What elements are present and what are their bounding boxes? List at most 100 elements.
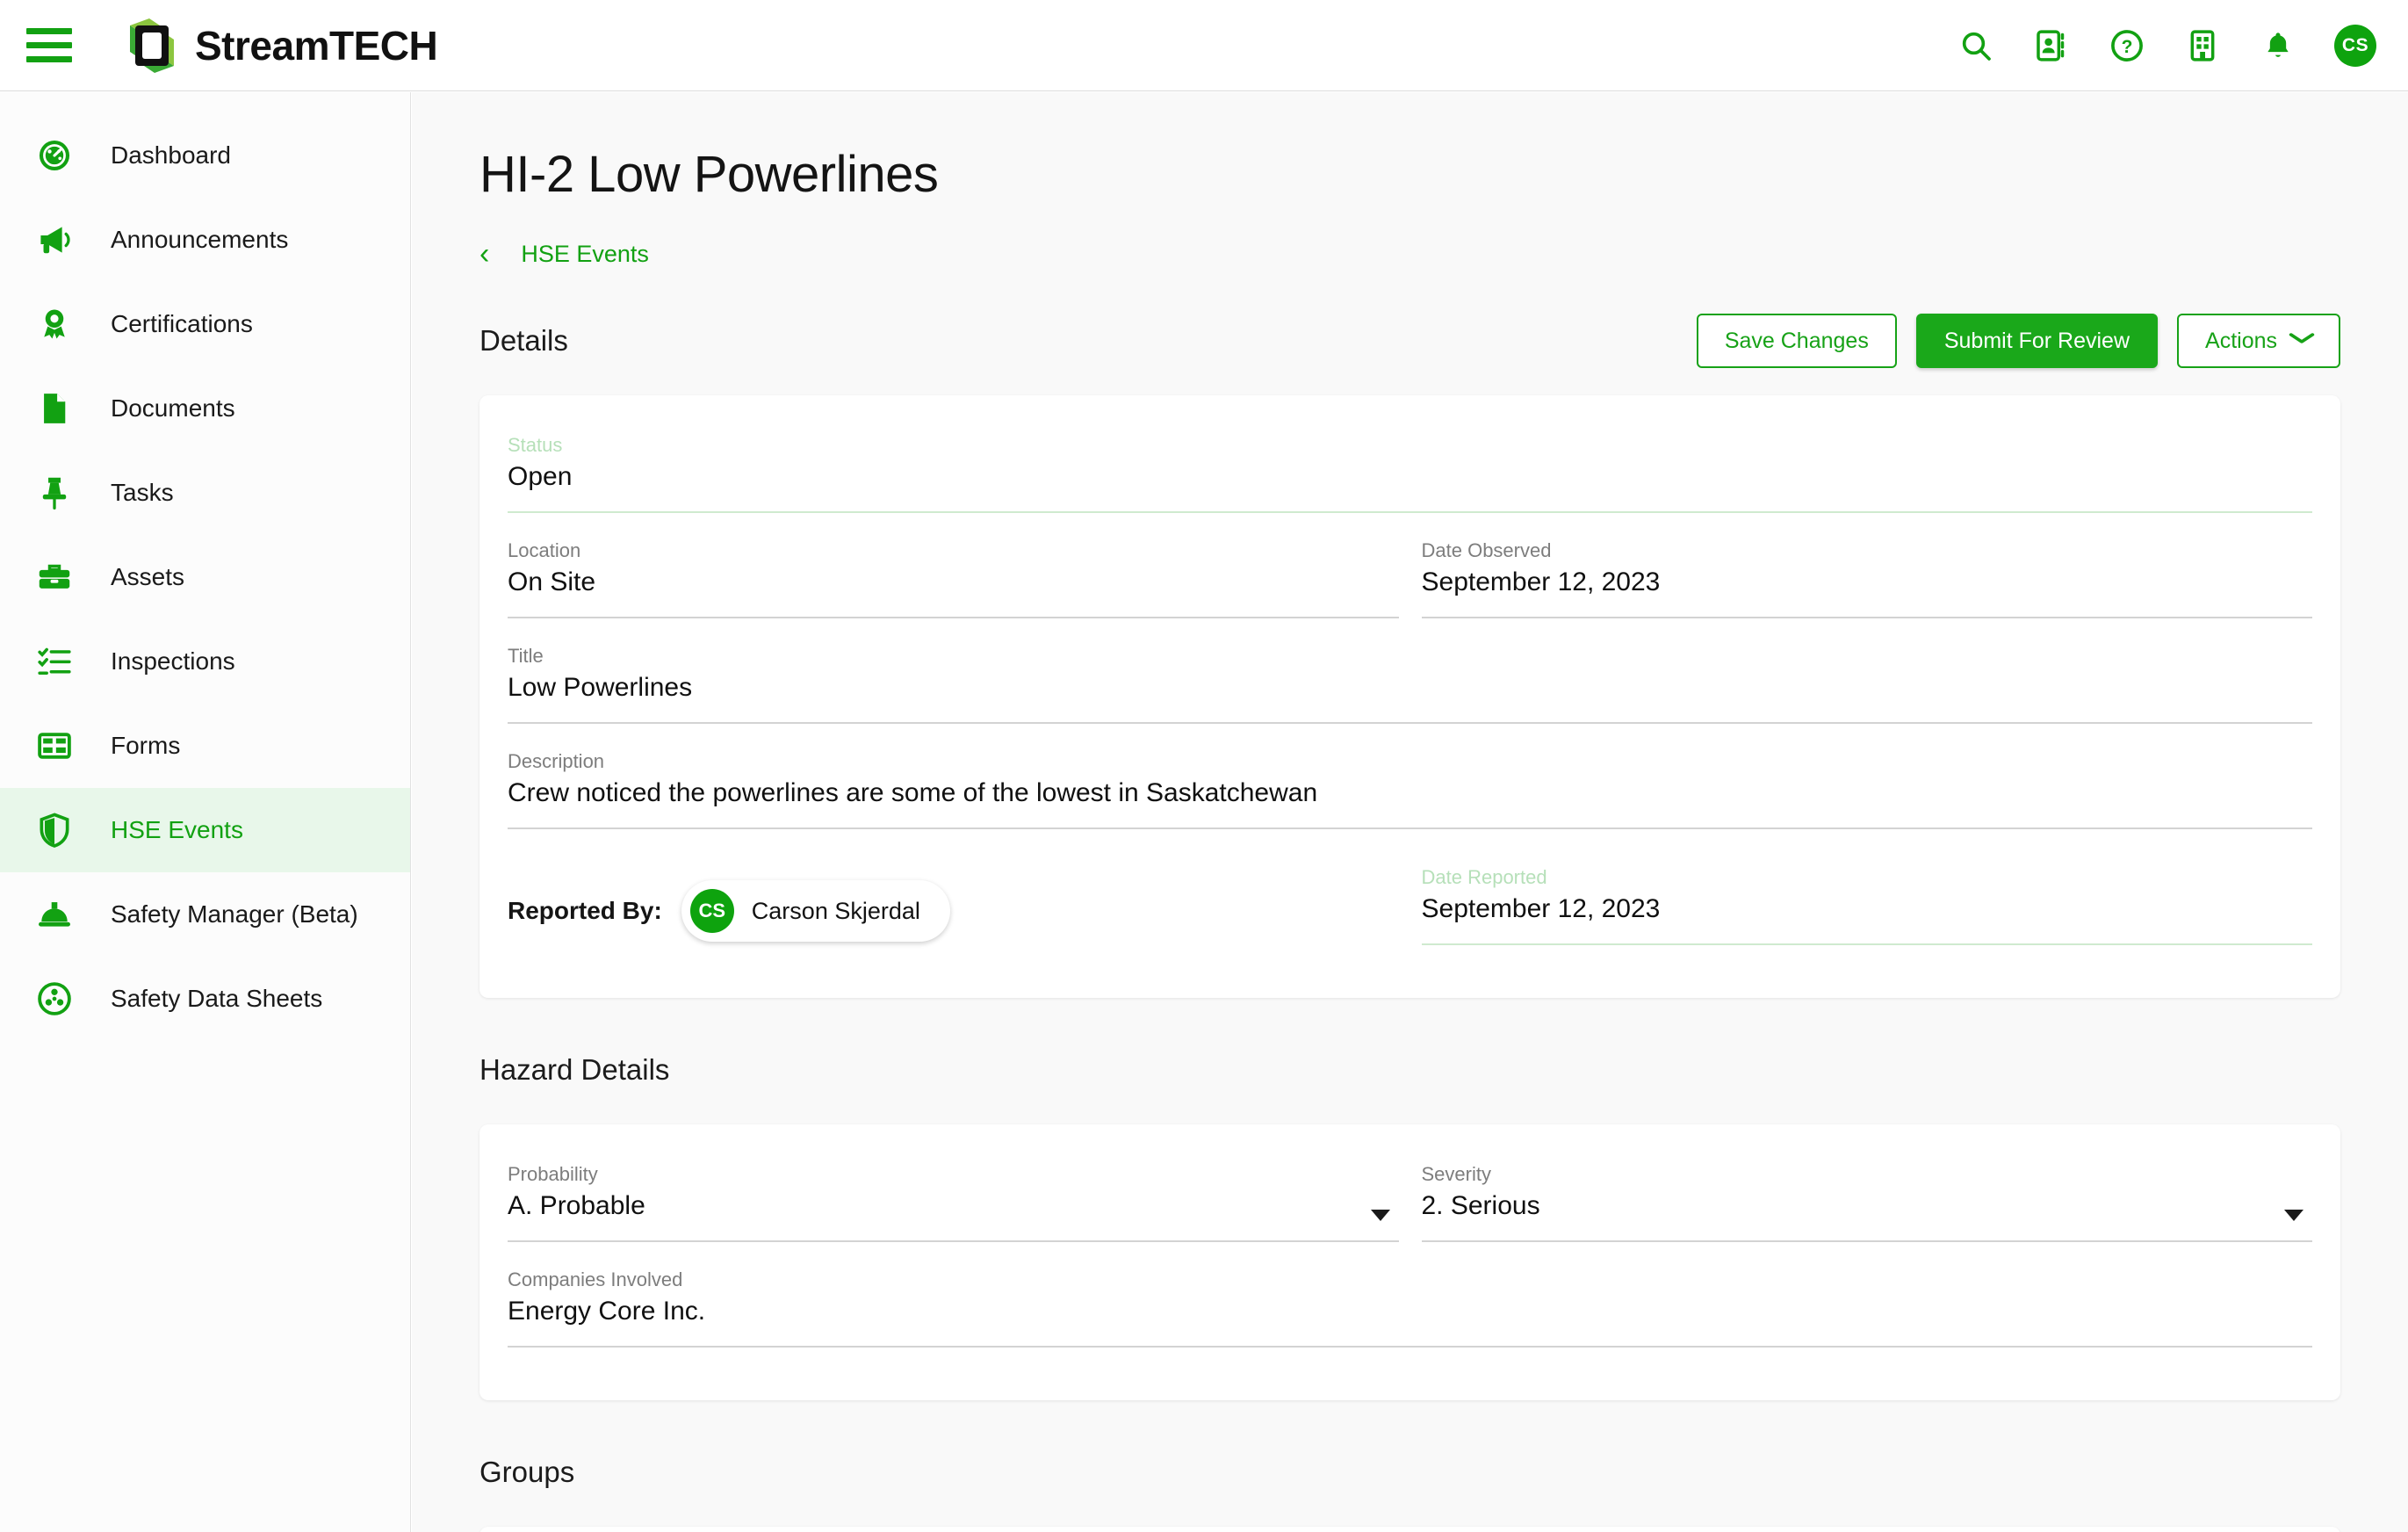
actions-label: Actions — [2205, 328, 2277, 353]
sidebar-item-hse-events[interactable]: HSE Events — [0, 788, 410, 872]
description-row: Description Crew noticed the powerlines … — [508, 750, 2312, 856]
companies-involved-field[interactable]: Companies Involved Energy Core Inc. — [508, 1268, 2312, 1348]
sidebar-item-announcements[interactable]: Announcements — [0, 198, 410, 282]
sidebar-item-label: Dashboard — [111, 141, 231, 169]
status-underline — [508, 511, 2312, 513]
sidebar-item-label: Announcements — [111, 226, 289, 253]
reporter-chip[interactable]: CS Carson Skjerdal — [681, 880, 950, 942]
sidebar-item-label: Assets — [111, 563, 185, 590]
company-icon[interactable] — [2183, 26, 2222, 65]
details-action-buttons: Save Changes Submit For Review Actions — [1696, 314, 2340, 368]
probability-underline — [508, 1240, 1399, 1242]
severity-label: Severity — [1421, 1163, 1491, 1185]
reported-by-group: Reported By: CS Carson Skjerdal — [508, 866, 1399, 942]
sidebar-item-assets[interactable]: Assets — [0, 535, 410, 619]
severity-field[interactable]: Severity 2. Serious — [1421, 1163, 2312, 1242]
reported-by-label: Reported By: — [508, 897, 662, 924]
details-title: Details — [479, 324, 568, 357]
hardhat-icon — [25, 895, 84, 934]
sidebar-item-label: Certifications — [111, 310, 253, 337]
toolbox-icon — [25, 558, 84, 596]
sidebar-item-certifications[interactable]: Certifications — [0, 282, 410, 366]
table-grid-icon — [25, 726, 84, 765]
probability-field[interactable]: Probability A. Probable — [508, 1163, 1399, 1242]
reporter-avatar: CS — [689, 889, 734, 933]
shield-icon — [25, 811, 84, 849]
companies-involved-label: Companies Involved — [508, 1268, 683, 1290]
sidebar-item-dashboard[interactable]: Dashboard — [0, 113, 410, 198]
award-ribbon-icon — [25, 305, 84, 343]
sidebar-item-documents[interactable]: Documents — [0, 366, 410, 451]
groups-title: Groups — [479, 1456, 575, 1488]
pushpin-icon — [25, 473, 84, 512]
severity-dropdown-arrow-icon[interactable] — [2284, 1210, 2303, 1221]
title-value: Low Powerlines — [508, 673, 693, 702]
date-reported-label: Date Reported — [1421, 866, 1547, 888]
description-label: Description — [508, 750, 605, 772]
date-observed-label: Date Observed — [1421, 539, 1552, 561]
status-value: Open — [508, 462, 573, 491]
companies-involved-underline — [508, 1346, 2312, 1348]
user-avatar[interactable]: CS — [2334, 24, 2376, 67]
probability-label: Probability — [508, 1163, 598, 1185]
date-observed-field[interactable]: Date Observed September 12, 2023 — [1421, 539, 2312, 618]
breadcrumb-hse-events[interactable]: ‹ HSE Events — [479, 239, 649, 269]
details-card: Status Open Location On Site Date Observ… — [479, 395, 2340, 998]
checklist-icon — [25, 642, 84, 681]
contacts-icon[interactable] — [2032, 26, 2071, 65]
probability-value: A. Probable — [508, 1191, 645, 1220]
top-app-bar: StreamTECH ? CS — [0, 0, 2408, 91]
save-changes-button[interactable]: Save Changes — [1696, 314, 1897, 368]
location-field[interactable]: Location On Site — [508, 539, 1399, 618]
help-icon[interactable]: ? — [2108, 26, 2146, 65]
companies-involved-value: Energy Core Inc. — [508, 1297, 706, 1326]
sidebar-item-label: Safety Manager (Beta) — [111, 900, 358, 928]
date-observed-value: September 12, 2023 — [1421, 567, 1661, 596]
document-page-icon — [25, 389, 84, 428]
probability-dropdown-arrow-icon[interactable] — [1370, 1210, 1390, 1221]
megaphone-icon — [25, 220, 84, 259]
status-label: Status — [508, 434, 563, 456]
hamburger-menu-icon[interactable] — [26, 26, 72, 65]
brand-wordmark: StreamTECH — [195, 22, 438, 69]
sidebar-item-safety-manager[interactable]: Safety Manager (Beta) — [0, 872, 410, 957]
title-label: Title — [508, 645, 544, 667]
submit-for-review-button[interactable]: Submit For Review — [1915, 314, 2159, 368]
date-reported-value: September 12, 2023 — [1421, 894, 1661, 923]
svg-text:?: ? — [2122, 37, 2133, 57]
notifications-icon[interactable] — [2259, 26, 2297, 65]
description-field[interactable]: Description Crew noticed the powerlines … — [508, 750, 2312, 829]
chevron-down-icon — [2288, 331, 2316, 349]
location-underline — [508, 617, 1399, 618]
actions-dropdown-button[interactable]: Actions — [2177, 314, 2340, 368]
sidebar-item-forms[interactable]: Forms — [0, 704, 410, 788]
breadcrumb-label: HSE Events — [521, 240, 649, 267]
streamtech-logo-icon — [123, 17, 181, 75]
page-title: HI-2 Low Powerlines — [479, 146, 939, 203]
status-row: Status Open — [508, 434, 2312, 539]
search-icon[interactable] — [1957, 26, 1995, 65]
top-bar-actions: ? CS — [1957, 24, 2376, 67]
sidebar-item-label: Tasks — [111, 479, 174, 506]
severity-underline — [1421, 1240, 2312, 1242]
hazard-details-card: Probability A. Probable Severity 2. Seri… — [479, 1124, 2340, 1400]
date-reported-field[interactable]: Date Reported September 12, 2023 — [1421, 866, 2312, 945]
details-section-header: Details Save Changes Submit For Review A… — [479, 309, 2340, 372]
groups-section-header: Groups — [479, 1441, 2340, 1504]
description-underline — [508, 827, 2312, 829]
title-underline — [508, 722, 2312, 724]
sidebar-item-safety-data-sheets[interactable]: Safety Data Sheets — [0, 957, 410, 1041]
hazard-details-title: Hazard Details — [479, 1053, 670, 1086]
status-field[interactable]: Status Open — [508, 434, 2312, 513]
sidebar-item-label: Safety Data Sheets — [111, 985, 323, 1012]
dashboard-gauge-icon — [25, 136, 84, 175]
sidebar-item-label: Inspections — [111, 647, 235, 675]
reporter-name: Carson Skjerdal — [751, 897, 920, 924]
sidebar-item-inspections[interactable]: Inspections — [0, 619, 410, 704]
main-content: HI-2 Low Powerlines ‹ HSE Events Details… — [412, 92, 2408, 1532]
hazard-section-header: Hazard Details — [479, 1038, 2340, 1102]
title-field[interactable]: Title Low Powerlines — [508, 645, 2312, 724]
description-value: Crew noticed the powerlines are some of … — [508, 778, 1318, 807]
brand-logo[interactable]: StreamTECH — [123, 17, 438, 75]
sidebar-item-tasks[interactable]: Tasks — [0, 451, 410, 535]
